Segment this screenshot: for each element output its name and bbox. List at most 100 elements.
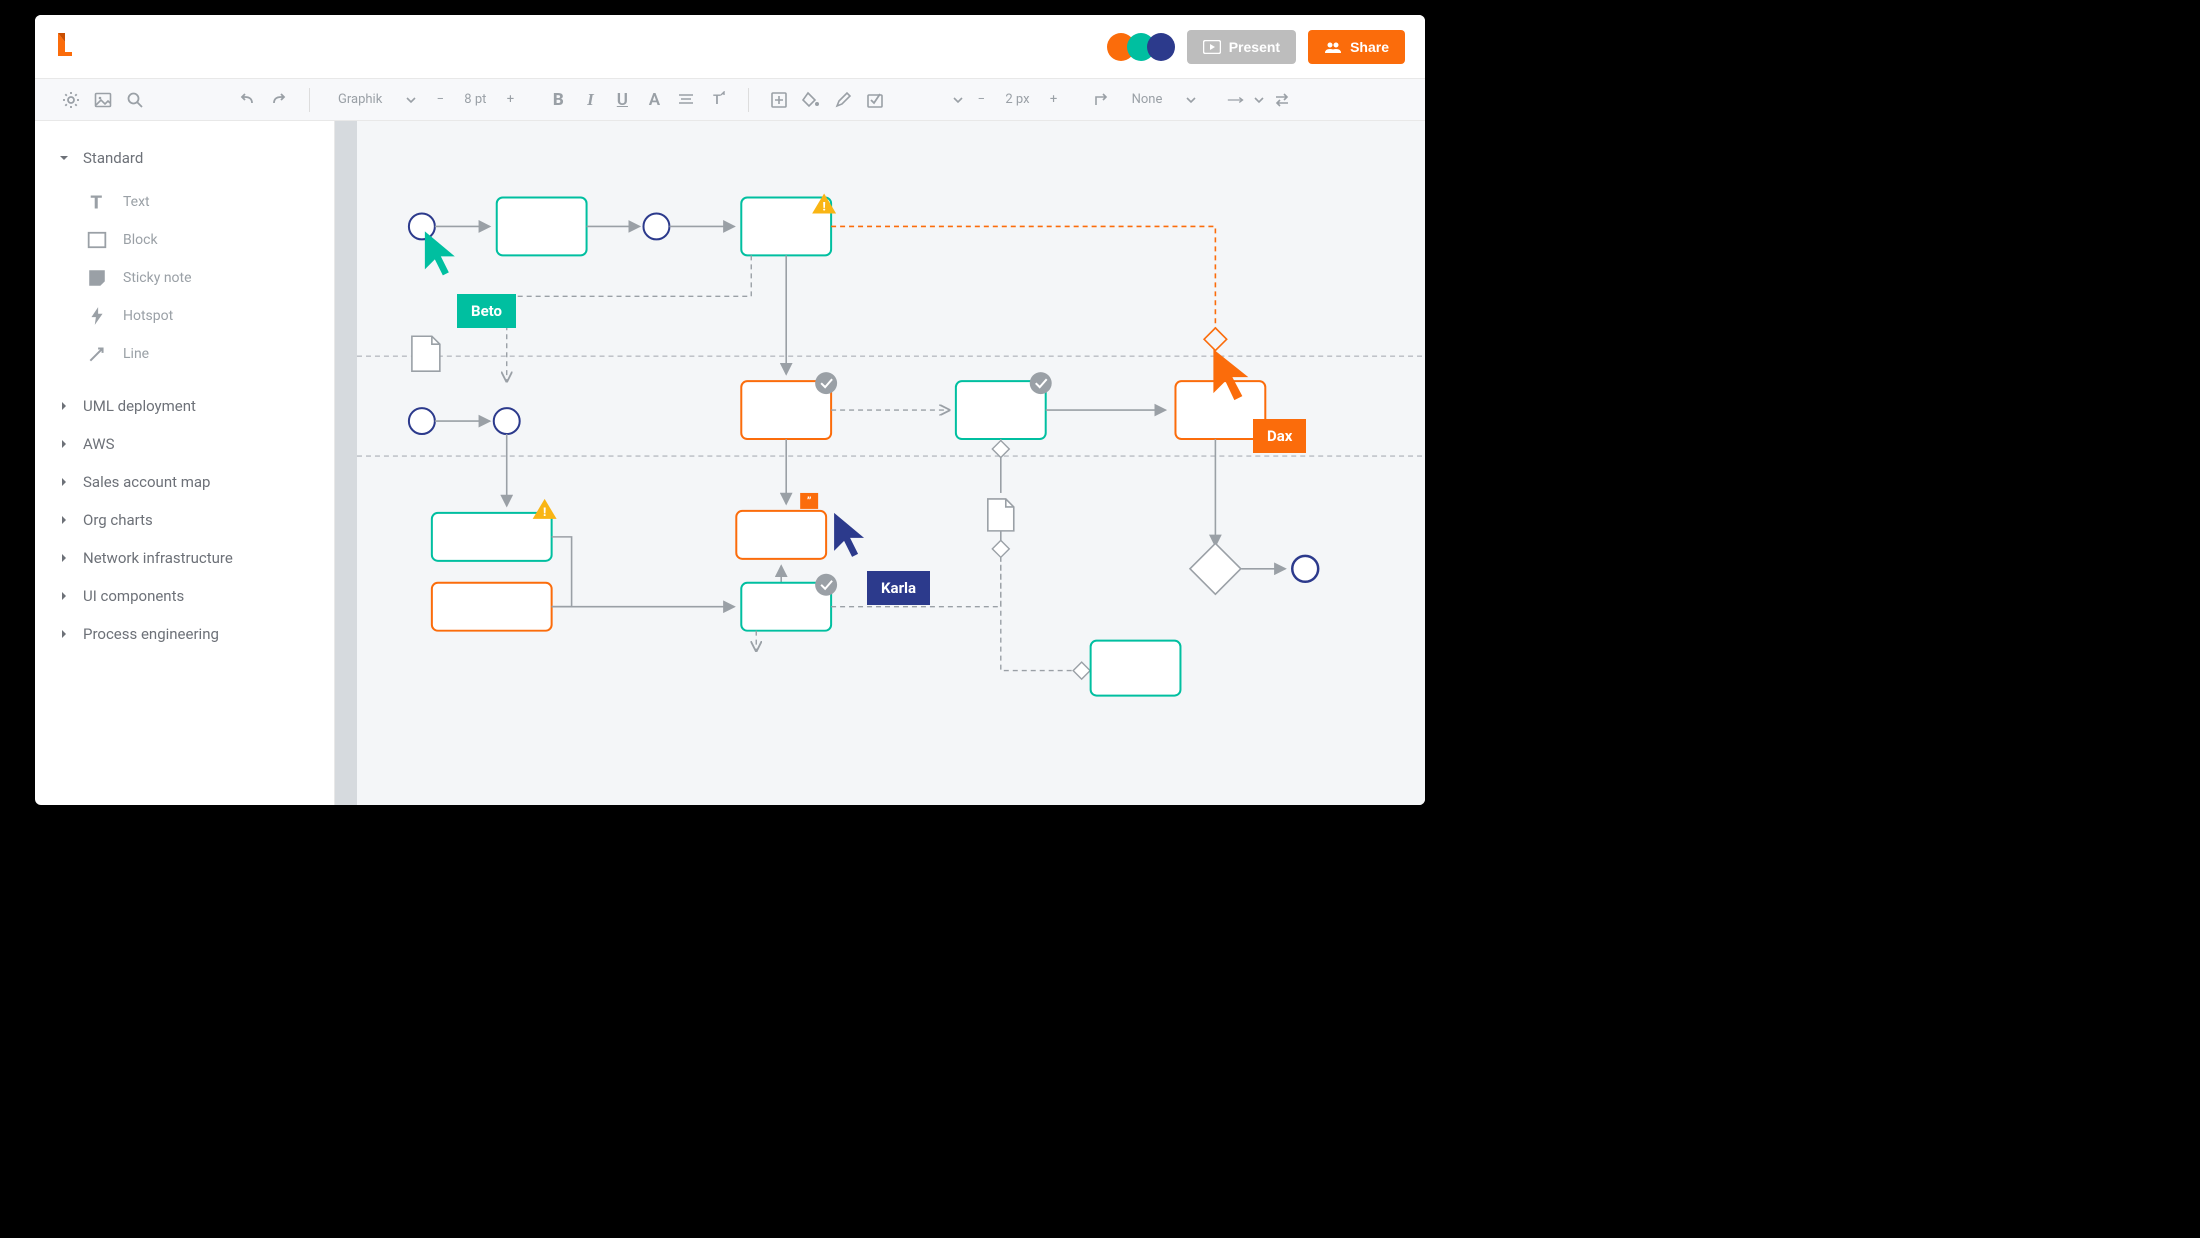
shape-label: Sticky note [123,270,192,286]
event[interactable] [643,213,669,239]
panel-header-org[interactable]: Org charts [59,501,310,539]
panel-label: Process engineering [83,625,219,643]
avatar[interactable] [1147,33,1175,61]
collaborator-avatars[interactable] [1115,33,1175,61]
share-label: Share [1350,39,1389,55]
shape-block[interactable]: Block [87,221,310,259]
check-badge [815,574,837,596]
chevron-down-icon [59,153,69,163]
text-icon: T [87,192,107,212]
fill-button[interactable] [797,86,825,114]
gateway-diamond[interactable] [1073,662,1090,679]
panel-header-sales[interactable]: Sales account map [59,463,310,501]
gateway-diamond[interactable] [992,540,1009,557]
cursor-karla [834,513,864,557]
event[interactable] [409,408,435,434]
underline-button[interactable]: U [608,86,636,114]
task-block[interactable] [1175,381,1265,439]
cursor-label-dax: Dax [1253,419,1306,453]
increase-font-button[interactable]: + [496,86,524,114]
chevron-right-icon [59,553,69,563]
arrow-style-button[interactable] [1222,86,1250,114]
line-style-label: None [1126,92,1169,107]
diagram[interactable]: ! [357,121,1425,805]
event[interactable] [494,408,520,434]
cursor-beto [425,231,455,275]
shape-label: Hotspot [123,308,173,324]
chevron-down-icon [406,95,416,105]
search-button[interactable] [121,86,149,114]
italic-button[interactable]: I [576,86,604,114]
pen-button[interactable] [829,86,857,114]
insert-shape-button[interactable] [765,86,793,114]
panel-label: Standard [83,149,143,167]
font-selector[interactable]: Graphik [326,92,422,107]
bold-button[interactable]: B [544,86,572,114]
shape-line[interactable]: Line [87,335,310,373]
connector-dashed[interactable] [507,255,752,381]
document-icon[interactable] [412,336,440,371]
chevron-down-icon[interactable] [953,95,963,105]
chevron-right-icon [59,515,69,525]
line-style-selector[interactable]: None [1120,92,1203,107]
shape-label: Block [123,232,158,248]
start-event[interactable] [409,213,435,239]
panel-label: Sales account map [83,473,210,491]
text-tool-button[interactable]: T [704,86,732,114]
font-name-label: Graphik [332,92,388,107]
task-button[interactable] [861,86,889,114]
chevron-right-icon [59,439,69,449]
panel-header-network[interactable]: Network infrastructure [59,539,310,577]
line-routing-button[interactable] [1088,86,1116,114]
panel-header-standard[interactable]: Standard [59,139,310,177]
present-button[interactable]: Present [1187,30,1296,64]
undo-button[interactable] [233,86,261,114]
shape-label: Text [123,194,150,210]
svg-text:!: ! [543,505,546,519]
play-icon [1203,40,1221,54]
decrease-stroke-button[interactable]: − [967,86,995,114]
image-button[interactable] [89,86,117,114]
shape-hotspot[interactable]: Hotspot [87,297,310,335]
shape-text[interactable]: T Text [87,183,310,221]
swap-arrows-button[interactable] [1268,86,1296,114]
chevron-right-icon [59,591,69,601]
hotspot-icon [87,306,107,326]
share-button[interactable]: Share [1308,30,1405,64]
task-block[interactable] [432,513,552,561]
end-event[interactable] [1292,556,1318,582]
toolbar: Graphik − 8 pt + B I U A T − 2 px + [35,79,1425,121]
canvas[interactable]: ! [335,121,1425,805]
gateway-diamond[interactable] [992,441,1009,458]
panel-label: Org charts [83,511,153,529]
gateway-diamond[interactable] [1190,543,1241,594]
chevron-down-icon[interactable] [1254,95,1264,105]
panel-header-ui[interactable]: UI components [59,577,310,615]
settings-button[interactable] [57,86,85,114]
svg-text:”: ” [807,495,812,508]
panel-header-aws[interactable]: AWS [59,425,310,463]
panel-header-process[interactable]: Process engineering [59,615,310,653]
chevron-right-icon [59,401,69,411]
check-badge [1030,372,1052,394]
task-block[interactable] [432,583,552,631]
gateway-diamond[interactable] [1204,328,1227,351]
task-block[interactable] [736,511,826,559]
stroke-width-label: 2 px [999,92,1035,107]
panel-label: AWS [83,435,115,453]
task-block[interactable] [1091,641,1181,696]
logo[interactable] [55,32,75,62]
share-icon [1324,40,1342,54]
text-color-button[interactable]: A [640,86,668,114]
task-block[interactable] [497,197,587,255]
redo-button[interactable] [265,86,293,114]
increase-stroke-button[interactable]: + [1040,86,1068,114]
shape-sticky-note[interactable]: Sticky note [87,259,310,297]
panel-header-uml[interactable]: UML deployment [59,387,310,425]
connector-dashed[interactable] [831,226,1215,336]
chevron-right-icon [59,477,69,487]
document-icon[interactable] [988,499,1014,531]
align-button[interactable] [672,86,700,114]
decrease-font-button[interactable]: − [426,86,454,114]
shape-label: Line [123,346,149,362]
